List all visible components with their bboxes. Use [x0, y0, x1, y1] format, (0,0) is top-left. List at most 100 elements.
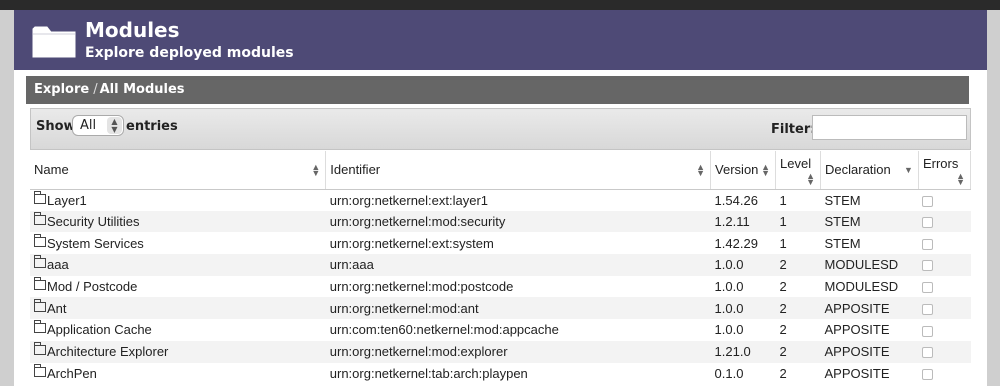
cell-name[interactable]: Security Utilities — [30, 210, 326, 233]
table-row[interactable]: Mod / Postcode urn:org:netkernel:mod:post… — [30, 275, 971, 298]
sort-desc-icon: ▼ — [904, 165, 913, 175]
table-header-row: Name ▲ ▼ Identifier ▲ ▼ Version ▲ ▼ Level ▲ ▼ De… — [30, 151, 972, 190]
entries-select[interactable]: All ▲ ▼ — [72, 115, 124, 136]
cell-identifier: urn:org:netkernel:mod:explorer — [325, 340, 711, 363]
sort-icon: ▲ ▼ — [956, 171, 965, 187]
cell-version: 1.42.29 — [710, 232, 776, 255]
folder-icon — [34, 255, 46, 269]
errors-checkbox[interactable] — [922, 260, 934, 272]
errors-checkbox[interactable] — [922, 325, 934, 337]
cell-version: 1.0.0 — [710, 275, 776, 298]
cell-version: 1.21.0 — [710, 340, 776, 363]
cell-name[interactable]: Architecture Explorer — [30, 340, 326, 363]
module-name[interactable]: Application Cache — [47, 322, 152, 337]
page-subtitle: Explore deployed modules — [85, 45, 294, 61]
breadcrumb-separator: / — [93, 82, 98, 97]
cell-level: 2 — [775, 362, 821, 385]
top-bar — [0, 0, 1000, 10]
table-row[interactable]: Ant urn:org:netkernel:mod:ant 1.0.0 2 APPOSI… — [30, 297, 971, 320]
table-row[interactable]: Security Utilities urn:org:netkernel:mod:… — [30, 210, 971, 233]
cell-declaration: APPOSITE — [820, 319, 919, 341]
cell-declaration: MODULESD — [820, 275, 919, 298]
errors-checkbox[interactable] — [922, 347, 934, 359]
breadcrumb-current: All Modules — [99, 82, 185, 97]
cell-version: 1.54.26 — [710, 189, 776, 211]
cell-name[interactable]: Ant — [30, 297, 326, 320]
module-name[interactable]: Layer1 — [47, 193, 87, 208]
breadcrumb-explore-link[interactable]: Explore — [34, 82, 89, 97]
errors-checkbox[interactable] — [922, 303, 934, 315]
table-row[interactable]: System Services urn:org:netkernel:ext:sys… — [30, 232, 971, 255]
errors-checkbox[interactable] — [922, 238, 934, 250]
cell-errors — [918, 362, 971, 385]
module-name[interactable]: aaa — [47, 257, 69, 272]
cell-errors — [918, 189, 971, 211]
table-row[interactable]: Layer1 urn:org:netkernel:ext:layer1 1.54.2… — [30, 189, 971, 211]
module-name[interactable]: Mod / Postcode — [47, 279, 137, 294]
column-header-name[interactable]: Name ▲ ▼ — [30, 151, 327, 190]
cell-errors — [918, 232, 971, 255]
table-row[interactable]: Application Cache urn:com:ten60:netkernel… — [30, 319, 971, 341]
folder-icon — [34, 342, 46, 356]
cell-errors — [918, 275, 971, 298]
column-header-errors[interactable]: Errors ▲ ▼ — [918, 151, 972, 190]
cell-version: 0.1.0 — [710, 362, 776, 385]
folder-icon — [34, 363, 46, 377]
cell-name[interactable]: Mod / Postcode — [30, 275, 326, 298]
cell-declaration: STEM — [820, 210, 919, 233]
breadcrumb: Explore / All Modules — [26, 76, 969, 104]
folder-icon — [34, 233, 46, 247]
cell-errors — [918, 210, 971, 233]
chevron-updown-icon: ▲ ▼ — [107, 117, 122, 134]
cell-errors — [918, 297, 971, 320]
cell-level: 2 — [775, 254, 821, 276]
module-name[interactable]: Architecture Explorer — [47, 344, 168, 359]
cell-level: 1 — [775, 232, 821, 255]
errors-checkbox[interactable] — [922, 217, 934, 229]
errors-checkbox[interactable] — [922, 282, 934, 294]
cell-errors — [918, 340, 971, 363]
cell-identifier: urn:aaa — [325, 254, 711, 276]
table-body: Layer1 urn:org:netkernel:ext:layer1 1.54.2… — [30, 189, 971, 385]
table-row[interactable]: aaa urn:aaa 1.0.0 2 MODULESD — [30, 254, 971, 276]
cell-declaration: STEM — [820, 189, 919, 211]
module-name[interactable]: Security Utilities — [47, 214, 139, 229]
module-name[interactable]: Ant — [47, 301, 67, 316]
column-header-level[interactable]: Level ▲ ▼ — [775, 151, 821, 190]
entries-label: entries — [126, 119, 178, 134]
page-header: Modules Explore deployed modules — [14, 10, 987, 70]
sort-icon: ▲ ▼ — [311, 162, 321, 178]
cell-errors — [918, 254, 971, 276]
errors-checkbox[interactable] — [922, 195, 934, 207]
cell-version: 1.2.11 — [710, 210, 776, 233]
module-name[interactable]: System Services — [47, 236, 144, 251]
cell-name[interactable]: System Services — [30, 232, 326, 255]
cell-name[interactable]: aaa — [30, 254, 326, 276]
table-row[interactable]: ArchPen urn:org:netkernel:tab:arch:plaype… — [30, 362, 971, 385]
cell-declaration: STEM — [820, 232, 919, 255]
sort-icon: ▲ ▼ — [806, 171, 815, 187]
cell-version: 1.0.0 — [710, 319, 776, 341]
filter-input[interactable] — [812, 115, 967, 140]
cell-name[interactable]: ArchPen — [30, 362, 326, 385]
table-row[interactable]: Architecture Explorer urn:org:netkernel:m… — [30, 340, 971, 363]
show-label: Show — [36, 119, 76, 134]
entries-select-value: All — [80, 118, 97, 133]
column-header-declaration[interactable]: Declaration ▼ — [820, 151, 919, 190]
cell-declaration: APPOSITE — [820, 362, 919, 385]
filter-label: Filter: — [771, 122, 816, 137]
module-name[interactable]: ArchPen — [47, 366, 97, 381]
cell-declaration: APPOSITE — [820, 340, 919, 363]
page-title: Modules — [85, 18, 180, 42]
errors-checkbox[interactable] — [922, 368, 934, 380]
table-controls: Show All ▲ ▼ entries Filter: — [30, 108, 971, 150]
cell-level: 2 — [775, 340, 821, 363]
cell-name[interactable]: Application Cache — [30, 319, 326, 341]
cell-level: 2 — [775, 297, 821, 320]
cell-name[interactable]: Layer1 — [30, 189, 326, 211]
folder-icon — [34, 277, 46, 291]
column-header-version[interactable]: Version ▲ ▼ — [710, 151, 777, 190]
cell-identifier: urn:org:netkernel:mod:ant — [325, 297, 711, 320]
cell-identifier: urn:org:netkernel:mod:postcode — [325, 275, 711, 298]
column-header-identifier[interactable]: Identifier ▲ ▼ — [325, 151, 712, 190]
